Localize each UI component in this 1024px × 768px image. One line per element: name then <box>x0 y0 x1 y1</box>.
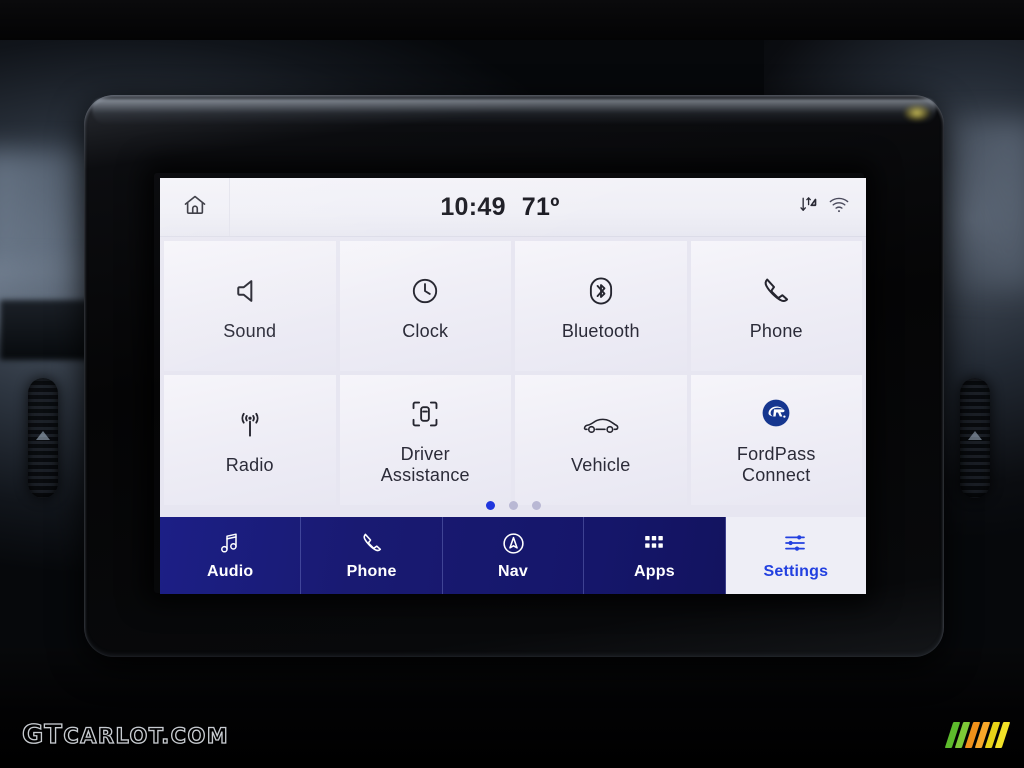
tile-driver-assistance[interactable]: Driver Assistance <box>339 375 511 505</box>
apps-grid-icon <box>642 530 666 556</box>
driver-assistance-icon <box>409 394 441 434</box>
tile-fordpass-connect[interactable]: FordPass Connect <box>690 375 862 505</box>
navigation-compass-icon <box>501 530 526 556</box>
sliders-icon <box>783 530 809 556</box>
clock-icon <box>409 271 441 311</box>
outside-temperature: 71º <box>521 192 560 221</box>
nav-label: Nav <box>498 563 528 580</box>
bezel-top-gloss <box>92 99 936 125</box>
fordpass-logo-icon <box>758 394 794 434</box>
car-icon <box>583 405 619 445</box>
page-indicator[interactable] <box>160 497 866 513</box>
tile-sound[interactable]: Sound <box>164 241 336 371</box>
nav-item-phone[interactable]: Phone <box>301 517 443 594</box>
status-indicators <box>770 195 866 220</box>
tile-bluetooth[interactable]: Bluetooth <box>515 241 687 371</box>
page-dot-2[interactable] <box>508 500 518 510</box>
tune-knob[interactable] <box>960 378 990 498</box>
tile-label: Bluetooth <box>561 320 640 341</box>
tile-clock[interactable]: Clock <box>339 241 511 371</box>
nav-item-nav[interactable]: Nav <box>443 517 585 594</box>
tile-radio[interactable]: Radio <box>164 375 336 505</box>
nav-label: Settings <box>763 563 829 580</box>
tile-row: Sound Clock Bluetooth Phone <box>164 241 862 371</box>
watermark-brand-primary: GT <box>21 719 64 750</box>
speaker-icon <box>234 271 266 311</box>
knob-indicator-icon <box>968 430 982 440</box>
status-center: 10:49 71º <box>230 193 770 222</box>
page-dot-3[interactable] <box>531 500 541 510</box>
tile-label: Phone <box>749 320 803 341</box>
tile-row: Radio Driver Assistance Vehicle FordPass… <box>164 375 862 505</box>
bottom-navigation-bar: Audio Phone Nav Apps Settings <box>160 517 866 594</box>
tile-label: Driver Assistance <box>380 444 470 485</box>
screenshot-root: 10:49 71º Sound Clock Bluetooth Phone Ra… <box>0 0 1024 768</box>
music-note-icon <box>219 530 241 556</box>
nav-label: Audio <box>207 563 254 580</box>
radio-antenna-icon <box>234 405 266 445</box>
watermark-brand-secondary: CARLOT.COM <box>63 723 230 748</box>
knob-indicator-icon <box>36 430 50 440</box>
phone-handset-icon <box>760 271 792 311</box>
nav-item-apps[interactable]: Apps <box>584 517 726 594</box>
nav-label: Phone <box>346 563 397 580</box>
infotainment-screen: 10:49 71º Sound Clock Bluetooth Phone Ra… <box>160 178 866 594</box>
dashboard-lower-console <box>0 648 1024 768</box>
bluetooth-icon <box>585 271 617 311</box>
data-transfer-icon <box>799 195 819 220</box>
tile-phone[interactable]: Phone <box>690 241 862 371</box>
home-icon <box>182 192 208 223</box>
nav-item-audio[interactable]: Audio <box>160 517 302 594</box>
phone-handset-icon <box>360 530 384 556</box>
tile-label: Clock <box>402 320 449 341</box>
tile-label: FordPass Connect <box>736 444 816 485</box>
page-dot-1[interactable] <box>485 500 495 510</box>
tile-label: Vehicle <box>571 454 631 475</box>
tile-vehicle[interactable]: Vehicle <box>515 375 687 505</box>
wifi-icon <box>828 196 850 219</box>
settings-tile-grid: Sound Clock Bluetooth Phone Radio Driver… <box>160 237 866 517</box>
volume-knob[interactable] <box>28 378 58 498</box>
nav-item-settings[interactable]: Settings <box>725 517 866 594</box>
tile-label: Sound <box>223 320 277 341</box>
tile-label: Radio <box>225 454 274 475</box>
bezel-corner-glint <box>904 105 930 121</box>
watermark-stripes <box>944 722 1011 748</box>
home-button[interactable] <box>160 178 230 236</box>
nav-label: Apps <box>634 563 675 580</box>
clock-time: 10:49 <box>440 192 506 221</box>
status-bar: 10:49 71º <box>160 178 866 237</box>
site-watermark: GTCARLOT.COM <box>21 719 230 750</box>
